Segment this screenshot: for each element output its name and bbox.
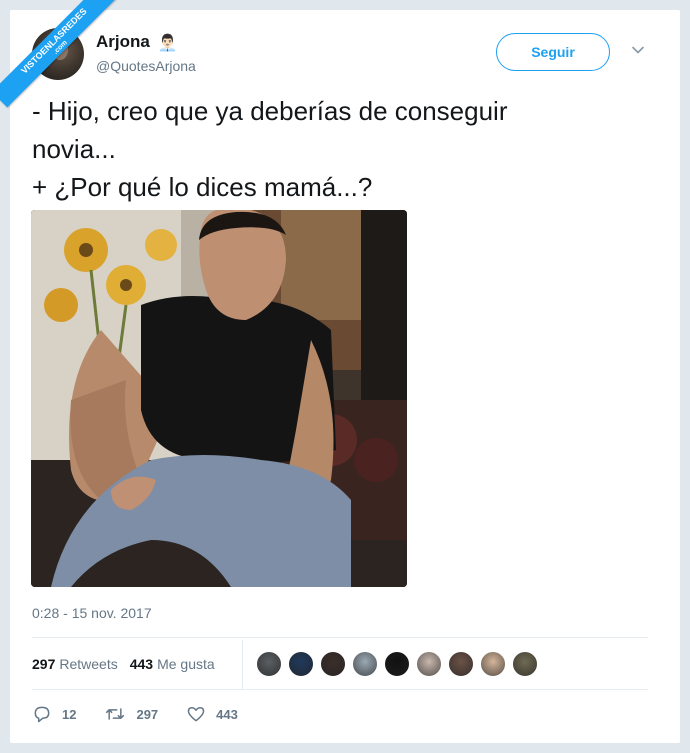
tweet-timestamp[interactable]: 0:28 - 15 nov. 2017 — [32, 605, 152, 621]
engagement-stats: 297 Retweets 443 Me gusta — [32, 656, 215, 672]
photo-illustration — [31, 210, 407, 587]
retweet-button[interactable]: 297 — [104, 704, 158, 724]
likes-stat[interactable]: 443 Me gusta — [130, 656, 215, 672]
retweets-stat[interactable]: 297 Retweets — [32, 656, 118, 672]
tweet-text: - Hijo, creo que ya deberías de consegui… — [32, 96, 508, 202]
liker-avatar[interactable] — [256, 651, 282, 677]
liker-avatar[interactable] — [480, 651, 506, 677]
liker-avatars — [256, 651, 544, 677]
retweets-label: Retweets — [59, 656, 118, 672]
divider-bottom — [32, 689, 648, 690]
like-button[interactable]: 443 — [186, 704, 238, 724]
tweet-card: VISTOENLASREDES .com Arjona 👨🏻‍💼 @Quotes… — [0, 0, 680, 743]
tweet-photo[interactable] — [31, 210, 407, 587]
reply-count: 12 — [62, 706, 77, 722]
liker-avatar[interactable] — [384, 651, 410, 677]
tweet-actions: 12 297 443 — [32, 704, 266, 724]
heart-icon — [187, 707, 205, 722]
liker-avatar[interactable] — [288, 651, 314, 677]
reply-button[interactable]: 12 — [32, 704, 76, 724]
liker-avatar[interactable] — [352, 651, 378, 677]
retweet-icon — [106, 708, 125, 720]
author-display-name[interactable]: Arjona — [96, 32, 150, 52]
liker-avatar[interactable] — [448, 651, 474, 677]
retweets-count: 297 — [32, 656, 56, 672]
author-handle[interactable]: @QuotesArjona — [96, 58, 196, 74]
liker-avatar[interactable] — [320, 651, 346, 677]
likes-label: Me gusta — [157, 656, 215, 672]
office-worker-emoji-icon: 👨🏻‍💼 — [157, 35, 178, 52]
like-count: 443 — [216, 706, 238, 722]
watermark-suffix: .com — [52, 39, 69, 56]
author-name-row: Arjona 👨🏻‍💼 — [96, 32, 178, 52]
divider-top — [32, 637, 648, 638]
reply-icon — [34, 706, 50, 723]
retweet-count: 297 — [136, 706, 159, 722]
chevron-down-icon[interactable] — [630, 42, 646, 58]
liker-avatar[interactable] — [416, 651, 442, 677]
likes-count: 443 — [129, 656, 154, 672]
liker-avatar[interactable] — [512, 651, 538, 677]
stats-separator — [242, 640, 243, 690]
follow-button[interactable]: Seguir — [496, 33, 610, 71]
